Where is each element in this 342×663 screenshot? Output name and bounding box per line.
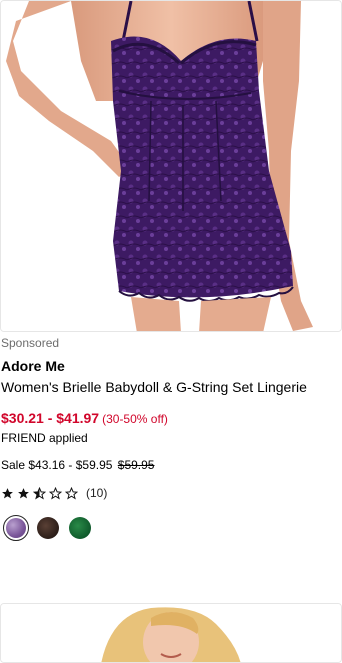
star-full-icon: [18, 487, 29, 498]
color-swatches: [3, 515, 99, 541]
discount-text: (30-50% off): [102, 412, 168, 426]
product-title[interactable]: Women's Brielle Babydoll & G-String Set …: [1, 379, 307, 395]
rating[interactable]: (10): [1, 486, 107, 500]
product-brand[interactable]: Adore Me: [1, 358, 65, 374]
next-product-image[interactable]: [0, 603, 342, 663]
star-empty-icon: [65, 486, 78, 499]
swatch-green[interactable]: [67, 515, 93, 541]
star-full-icon: [2, 487, 13, 498]
price-range: $30.21 - $41.97: [1, 410, 100, 426]
star-half-icon: [33, 486, 46, 499]
swatch-leopard[interactable]: [35, 515, 61, 541]
sale-price: Sale $43.16 - $59.95: [1, 458, 113, 472]
product-photo: [1, 1, 341, 331]
price-line: $30.21 - $41.97 (30-50% off): [1, 410, 168, 428]
swatch-purple-lace[interactable]: [3, 515, 29, 541]
sponsored-label: Sponsored: [1, 336, 60, 350]
star-empty-icon: [49, 486, 62, 499]
sale-price-line: Sale $43.16 - $59.95 $59.95: [1, 458, 154, 472]
original-price: $59.95: [117, 458, 155, 472]
promo-applied: FRIEND applied: [1, 431, 88, 445]
review-count[interactable]: (10): [86, 486, 107, 500]
product-image[interactable]: [0, 0, 342, 332]
next-product-photo: [1, 604, 341, 662]
